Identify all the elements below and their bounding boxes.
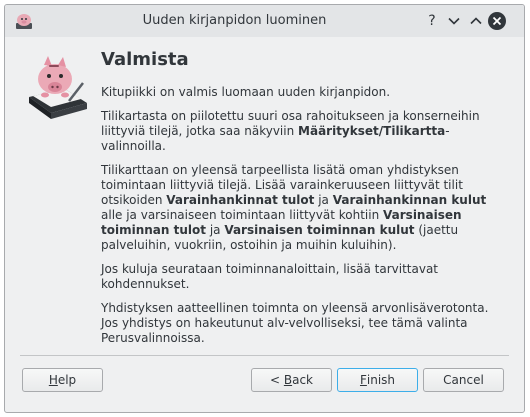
paragraph: Yhdistyksen aatteellinen toimnta on ylee… <box>101 301 506 346</box>
paragraph: Tilikartasta on piilotettu suuri osa rah… <box>101 109 506 154</box>
separator <box>20 355 509 356</box>
help-button[interactable]: Help <box>22 368 103 392</box>
finish-mnemonic: F <box>359 373 367 387</box>
help-mnemonic: H <box>48 373 58 387</box>
minimize-button[interactable] <box>445 12 463 30</box>
piggy-bank-app-icon[interactable] <box>13 11 35 31</box>
close-icon <box>492 16 502 26</box>
context-help-button[interactable]: ? <box>423 12 441 30</box>
paragraph: Tilikarttaan on yleensä tarpeellista lis… <box>101 163 506 253</box>
finish-label: inish <box>366 373 396 387</box>
maximize-button[interactable] <box>467 12 485 30</box>
window-title: Uuden kirjanpidon luominen <box>142 13 327 28</box>
paragraph: Jos kuluja seurataan toiminnanaloittain,… <box>101 262 506 292</box>
chevron-up-icon <box>470 17 482 25</box>
cancel-button[interactable]: Cancel <box>423 368 504 392</box>
wizard-window: Uuden kirjanpidon luominen ? Valmista Ki… <box>4 4 525 413</box>
title-bar[interactable]: Uuden kirjanpidon luominen ? <box>5 5 524 37</box>
back-mnemonic: B <box>283 373 293 387</box>
paragraph-text: Kitupiikki on valmis luomaan uuden kirja… <box>101 85 391 99</box>
close-button[interactable] <box>488 12 506 30</box>
paragraph: Kitupiikki on valmis luomaan uuden kirja… <box>101 85 506 100</box>
paragraph-text: ja <box>206 223 225 237</box>
piggy-bank-book-icon <box>25 49 89 121</box>
emphasis-text: Varainhankinnan kulut <box>332 193 487 207</box>
paragraph-text: Jos kuluja seurataan toiminnanaloittain,… <box>101 262 438 291</box>
chevron-down-icon <box>448 17 460 25</box>
emphasis-text: Määritykset/Tilikartta <box>298 124 446 138</box>
back-button[interactable]: < Back <box>251 368 332 392</box>
paragraph-text: Yhdistyksen aatteellinen toimnta on ylee… <box>101 301 489 345</box>
emphasis-text: Varainhankinnat tulot <box>166 193 315 207</box>
page-title: Valmista <box>101 49 189 70</box>
instructions-text: Kitupiikki on valmis luomaan uuden kirja… <box>101 85 506 355</box>
emphasis-text: Varsinaisen toiminnan kulut <box>224 223 415 237</box>
finish-button[interactable]: Finish <box>337 368 418 392</box>
help-label: elp <box>57 373 77 387</box>
paragraph-text: ja <box>314 193 333 207</box>
back-prefix: < <box>269 373 284 387</box>
back-label: ack <box>292 373 313 387</box>
wizard-page: Valmista Kitupiikki on valmis luomaan uu… <box>5 37 524 412</box>
paragraph-text: alle ja varsinaiseen toimintaan liittyvä… <box>101 208 384 222</box>
